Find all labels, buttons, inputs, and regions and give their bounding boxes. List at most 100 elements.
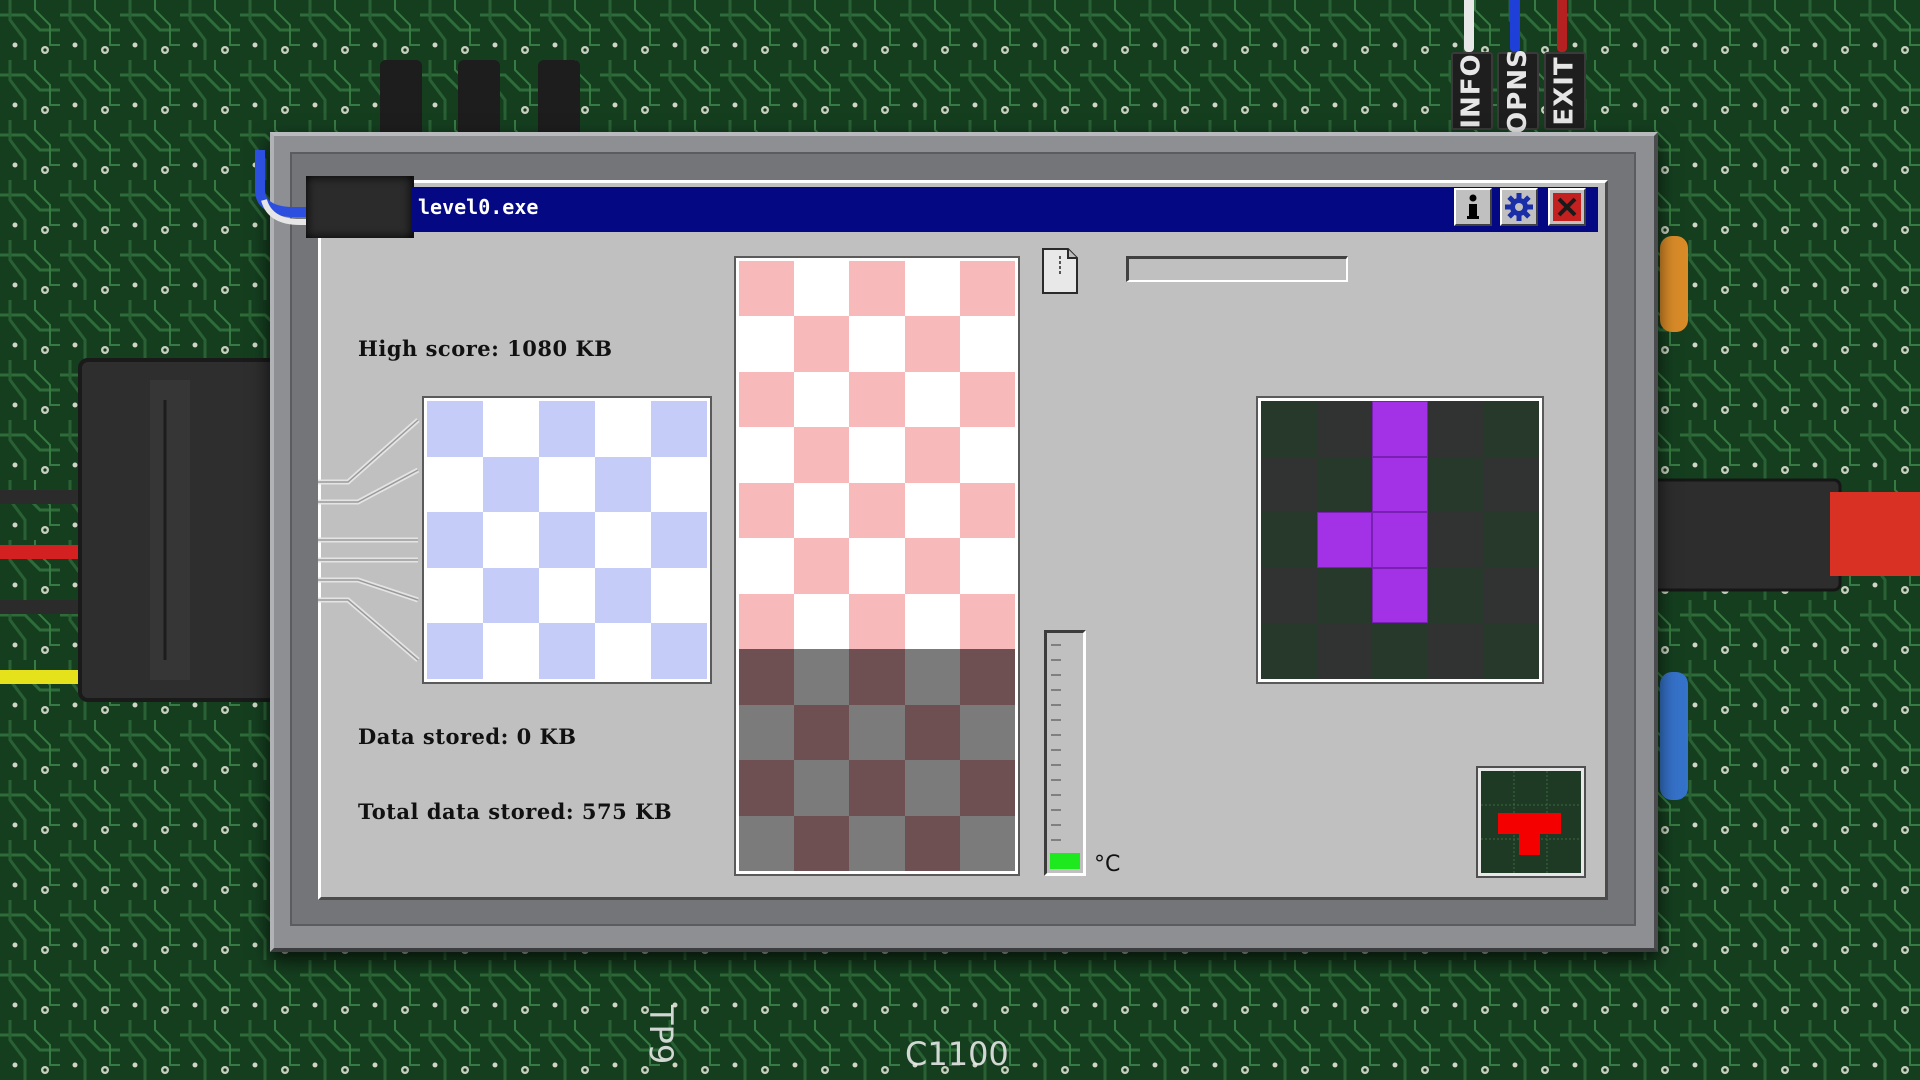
storage-cell <box>539 456 595 513</box>
window-title: level0.exe <box>418 195 539 219</box>
board-cell-empty <box>849 593 905 650</box>
board-cell-filled <box>794 760 850 816</box>
board-cell-empty <box>739 316 795 372</box>
next-grid-cell <box>1483 512 1539 568</box>
blue-wire <box>1510 0 1520 52</box>
storage-connector-lines <box>318 418 420 662</box>
tab-options[interactable]: OPNS <box>1497 48 1539 134</box>
tab-info[interactable]: INFO <box>1451 52 1493 130</box>
board-cell-filled <box>849 815 905 871</box>
storage-cell <box>427 401 483 457</box>
board-cell-empty <box>849 427 905 483</box>
board-cell-empty <box>959 593 1015 650</box>
next-grid-cell <box>1261 401 1317 457</box>
board-cell-empty <box>739 371 795 428</box>
next-piece-block <box>1372 401 1428 457</box>
storage-grid <box>422 396 712 684</box>
data-stored-label: Data stored: 0 KB <box>358 724 577 749</box>
next-grid-cell <box>1483 567 1539 624</box>
board-cell-filled <box>959 815 1015 871</box>
next-grid-cell <box>1427 401 1484 457</box>
storage-cell <box>483 512 539 568</box>
next-piece-block <box>1372 512 1428 568</box>
temperature-gauge <box>1044 630 1086 876</box>
progress-bar <box>1126 256 1348 282</box>
board-cell-empty <box>794 371 850 428</box>
settings-button[interactable] <box>1500 188 1538 226</box>
total-data-stored-label: Total data stored: 575 KB <box>358 799 673 824</box>
tab-exit[interactable]: EXIT <box>1544 52 1586 130</box>
board-cell-filled <box>849 760 905 816</box>
board-cell-empty <box>794 538 850 594</box>
board-cell-empty <box>739 482 795 539</box>
gear-icon <box>1505 193 1533 221</box>
next-grid-cell <box>1261 623 1317 679</box>
board-cell-empty <box>959 261 1015 317</box>
board-cell-empty <box>849 261 905 317</box>
board-cell-filled <box>904 704 960 761</box>
storage-cell <box>651 512 707 568</box>
storage-cell <box>595 623 651 679</box>
tab-options-label: OPNS <box>1503 48 1533 134</box>
storage-cell <box>595 401 651 457</box>
next-grid-cell <box>1483 401 1539 457</box>
game-board[interactable] <box>734 256 1020 876</box>
board-cell-filled <box>904 815 960 871</box>
storage-cell <box>651 623 707 679</box>
board-cell-empty <box>959 538 1015 594</box>
svg-text:C1100: C1100 <box>905 1035 1009 1073</box>
storage-cell <box>483 456 539 513</box>
storage-cell <box>483 623 539 679</box>
board-cell-empty <box>849 538 905 594</box>
next-grid-cell <box>1316 623 1373 679</box>
board-cell-empty <box>849 371 905 428</box>
next-grid-cell <box>1483 623 1539 679</box>
title-bar-chip <box>306 176 414 238</box>
storage-cell <box>539 401 595 457</box>
hold-piece-box[interactable] <box>1476 766 1586 878</box>
temperature-gauge-ticks <box>1051 644 1061 856</box>
next-grid-cell <box>1261 456 1317 513</box>
board-cell-empty <box>849 316 905 372</box>
storage-cell <box>483 401 539 457</box>
board-cell-empty <box>739 261 795 317</box>
close-icon <box>1553 193 1581 221</box>
next-grid-cell <box>1261 567 1317 624</box>
board-cell-filled <box>959 760 1015 816</box>
storage-cell <box>427 567 483 624</box>
board-cell-empty <box>794 593 850 650</box>
storage-cell <box>651 456 707 513</box>
board-cell-filled <box>959 704 1015 761</box>
board-cell-filled <box>794 704 850 761</box>
board-cell-empty <box>904 593 960 650</box>
board-cell-empty <box>794 261 850 317</box>
next-grid-cell <box>1427 512 1484 568</box>
storage-cell <box>539 567 595 624</box>
next-grid-cell <box>1261 512 1317 568</box>
temperature-unit: °C <box>1094 852 1121 877</box>
board-cell-filled <box>739 760 795 816</box>
svg-text:TP9: TP9 <box>642 1004 680 1064</box>
next-piece-block <box>1372 456 1428 513</box>
board-cell-empty <box>904 427 960 483</box>
storage-cell <box>595 567 651 624</box>
board-cell-filled <box>739 649 795 705</box>
board-cell-empty <box>959 316 1015 372</box>
info-button[interactable] <box>1454 188 1492 226</box>
info-icon <box>1467 194 1479 219</box>
board-cell-empty <box>904 261 960 317</box>
board-cell-empty <box>959 427 1015 483</box>
white-wire <box>1464 0 1474 52</box>
close-button[interactable] <box>1548 188 1586 226</box>
board-cell-empty <box>849 482 905 539</box>
next-piece-grid <box>1256 396 1544 684</box>
storage-cell <box>483 567 539 624</box>
tab-exit-label: EXIT <box>1550 56 1580 126</box>
board-cell-empty <box>904 371 960 428</box>
next-grid-cell <box>1316 401 1373 457</box>
board-cell-filled <box>739 704 795 761</box>
next-piece-block <box>1316 512 1373 568</box>
board-cell-filled <box>849 704 905 761</box>
board-cell-empty <box>794 482 850 539</box>
board-cell-filled <box>904 760 960 816</box>
